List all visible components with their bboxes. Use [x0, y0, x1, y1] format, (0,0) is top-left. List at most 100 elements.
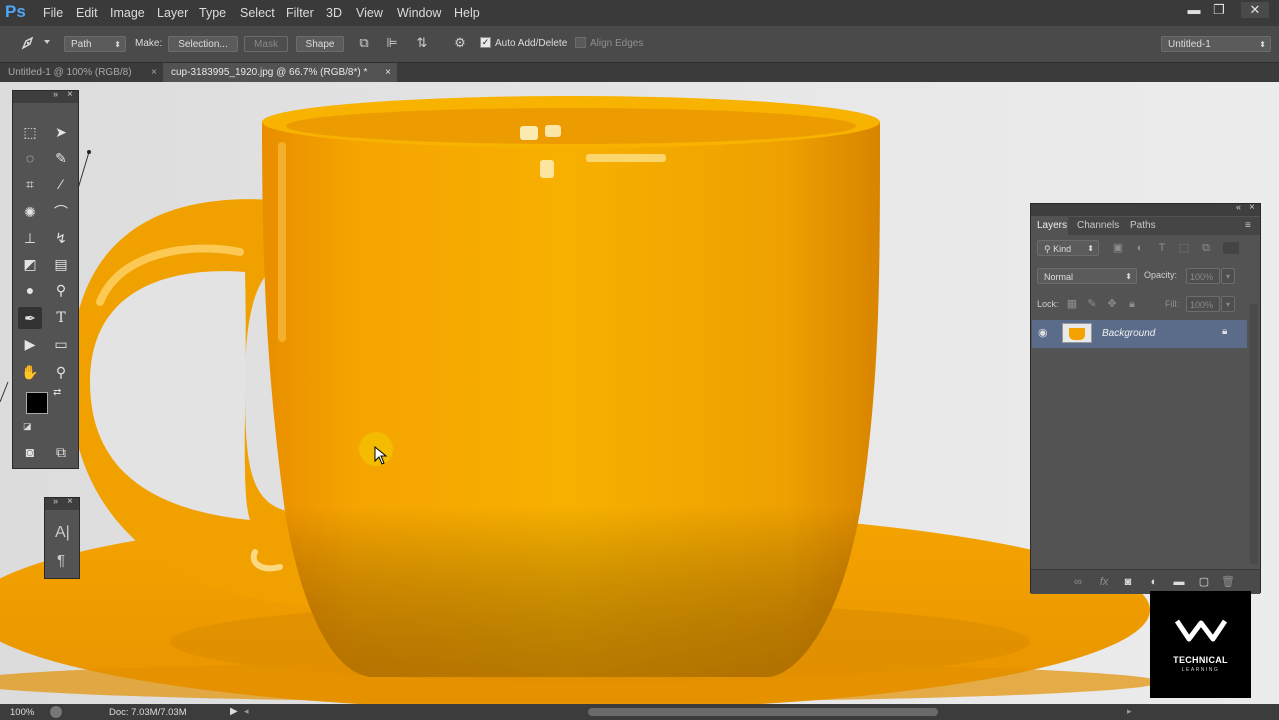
zoom-tool-icon[interactable]: ⚲ [49, 361, 73, 383]
pen-tool-icon[interactable]: ✒ [18, 307, 42, 329]
panel-menu-icon[interactable]: ≡ [1245, 220, 1251, 231]
gradient-tool-icon[interactable]: ▤ [49, 253, 73, 275]
menu-3d[interactable]: 3D [326, 6, 342, 20]
scroll-right-icon[interactable]: ▸ [1127, 706, 1132, 717]
status-menu-arrow-icon[interactable]: ▶ [230, 706, 238, 717]
paragraph-panel-icon[interactable]: ¶ [57, 552, 65, 569]
path-alignment-icon[interactable]: ⊫ [384, 35, 400, 51]
menu-file[interactable]: File [43, 6, 63, 20]
auto-add-delete-checkbox[interactable]: ✓ [480, 37, 491, 48]
filter-kind-select[interactable]: ⚲ Kind ⬍ [1037, 240, 1099, 256]
mode-select[interactable]: Path ⬍ [64, 36, 126, 52]
path-operations-icon[interactable]: ⧉ [356, 35, 372, 51]
menu-layer[interactable]: Layer [157, 6, 188, 20]
lock-image-icon[interactable]: ✎ [1085, 297, 1099, 311]
eraser-tool-icon[interactable]: ◩ [18, 253, 42, 275]
lock-transparent-icon[interactable]: ▦ [1065, 297, 1079, 311]
mask-icon[interactable]: ◙ [1121, 575, 1135, 589]
align-edges-checkbox[interactable] [575, 37, 586, 48]
adjustment-icon[interactable]: ◐ [1147, 575, 1161, 589]
close-icon[interactable]: × [67, 89, 73, 100]
opacity-field[interactable]: 100% [1186, 268, 1220, 284]
tools-panel-header[interactable]: » × [13, 89, 78, 103]
make-shape-button[interactable]: Shape [296, 36, 344, 52]
menu-filter[interactable]: Filter [286, 6, 314, 20]
history-brush-tool-icon[interactable]: ↯ [49, 227, 73, 249]
filter-type-icon[interactable]: T [1155, 241, 1169, 255]
eyedropper-tool-icon[interactable]: ⁄ [49, 173, 73, 195]
path-arrangement-icon[interactable]: ⇅ [414, 35, 430, 51]
spot-healing-tool-icon[interactable]: ✺ [18, 201, 42, 223]
fx-icon[interactable]: fx [1097, 575, 1111, 589]
type-tool-icon[interactable]: T [49, 307, 73, 329]
tab-paths[interactable]: Paths [1130, 220, 1156, 231]
filter-shape-icon[interactable]: ⬚ [1177, 241, 1191, 255]
filter-pixel-icon[interactable]: ▣ [1111, 241, 1125, 255]
new-layer-icon[interactable]: ▢ [1197, 575, 1211, 589]
menu-view[interactable]: View [356, 6, 383, 20]
menu-help[interactable]: Help [454, 6, 480, 20]
menu-edit[interactable]: Edit [76, 6, 98, 20]
collapse-icon[interactable]: » [53, 496, 58, 506]
make-mask-button[interactable]: Mask [244, 36, 288, 52]
workspace-select[interactable]: Untitled-1 ⬍ [1161, 36, 1271, 52]
close-button[interactable]: ✕ [1241, 2, 1269, 18]
menu-window[interactable]: Window [397, 6, 441, 20]
lock-position-icon[interactable]: ✥ [1105, 297, 1119, 311]
restore-button[interactable]: ❐ [1208, 2, 1230, 18]
gear-icon[interactable]: ⚙ [452, 35, 468, 51]
minimize-button[interactable]: ▬ [1183, 2, 1205, 18]
quick-selection-tool-icon[interactable]: ✎ [49, 147, 73, 169]
move-tool-icon[interactable]: ➤ [49, 121, 73, 143]
crop-tool-icon[interactable]: ⌗ [18, 173, 42, 195]
zoom-level[interactable]: 100% [10, 707, 34, 718]
folder-icon[interactable]: ▬ [1172, 575, 1186, 589]
rectangle-tool-icon[interactable]: ▭ [49, 333, 73, 355]
menu-image[interactable]: Image [110, 6, 145, 20]
trash-icon[interactable]: 🗑︎ [1221, 575, 1235, 589]
char-panel-header[interactable]: » × [45, 496, 79, 510]
tool-preset-chevron-icon[interactable] [44, 40, 50, 44]
hand-tool-icon[interactable]: ✋ [18, 361, 42, 383]
filter-toggle[interactable] [1223, 242, 1239, 254]
layers-panel-header[interactable]: « × [1031, 202, 1260, 216]
marquee-tool-icon[interactable]: ⬚ [18, 121, 42, 143]
close-icon[interactable]: × [67, 496, 73, 507]
tab-channels[interactable]: Channels [1077, 220, 1119, 231]
blend-mode-select[interactable]: Normal ⬍ [1037, 268, 1137, 284]
horizontal-scrollbar-thumb[interactable] [588, 708, 938, 716]
filter-adjustment-icon[interactable]: ◐ [1133, 241, 1147, 255]
menu-type[interactable]: Type [199, 6, 226, 20]
scroll-left-icon[interactable]: ◂ [244, 706, 249, 717]
swap-colors-icon[interactable]: ⇄ [53, 387, 61, 398]
path-selection-tool-icon[interactable]: ▶ [18, 333, 42, 355]
lasso-tool-icon[interactable]: ◌ [18, 147, 42, 169]
collapse-icon[interactable]: » [53, 89, 58, 99]
visibility-eye-icon[interactable]: ◉ [1038, 326, 1048, 339]
tab-layers[interactable]: Layers [1031, 217, 1068, 235]
tab-close-icon[interactable]: × [151, 63, 157, 82]
brush-tool-icon[interactable]: ⌒ [49, 201, 73, 223]
opacity-slider-chevron-icon[interactable]: ▾ [1221, 268, 1235, 284]
fill-slider-chevron-icon[interactable]: ▾ [1221, 296, 1235, 312]
link-icon[interactable]: ∞ [1071, 575, 1085, 589]
make-selection-button[interactable]: Selection... [168, 36, 238, 52]
layers-scrollbar[interactable] [1250, 304, 1258, 564]
close-icon[interactable]: × [1249, 202, 1255, 213]
character-panel-icon[interactable]: A| [55, 524, 70, 542]
collapse-icon[interactable]: « [1236, 202, 1241, 212]
tab-close-icon[interactable]: × [385, 63, 391, 82]
status-info-icon[interactable] [50, 706, 62, 718]
fill-field[interactable]: 100% [1186, 296, 1220, 312]
default-colors-icon[interactable]: ◪ [23, 421, 32, 432]
quick-mask-icon[interactable]: ◙ [18, 441, 42, 463]
menu-select[interactable]: Select [240, 6, 275, 20]
screen-mode-icon[interactable]: ⧉ [49, 441, 73, 463]
dodge-tool-icon[interactable]: ⚲ [49, 279, 73, 301]
foreground-color-swatch[interactable] [26, 392, 48, 414]
tab-cup-image[interactable]: cup-3183995_1920.jpg @ 66.7% (RGB/8*) * … [163, 63, 397, 82]
layer-name[interactable]: Background [1102, 328, 1155, 339]
pen-tool-icon[interactable] [20, 35, 36, 51]
lock-all-icon[interactable]: 🔒︎ [1125, 297, 1139, 311]
clone-stamp-tool-icon[interactable]: ⊥ [18, 227, 42, 249]
